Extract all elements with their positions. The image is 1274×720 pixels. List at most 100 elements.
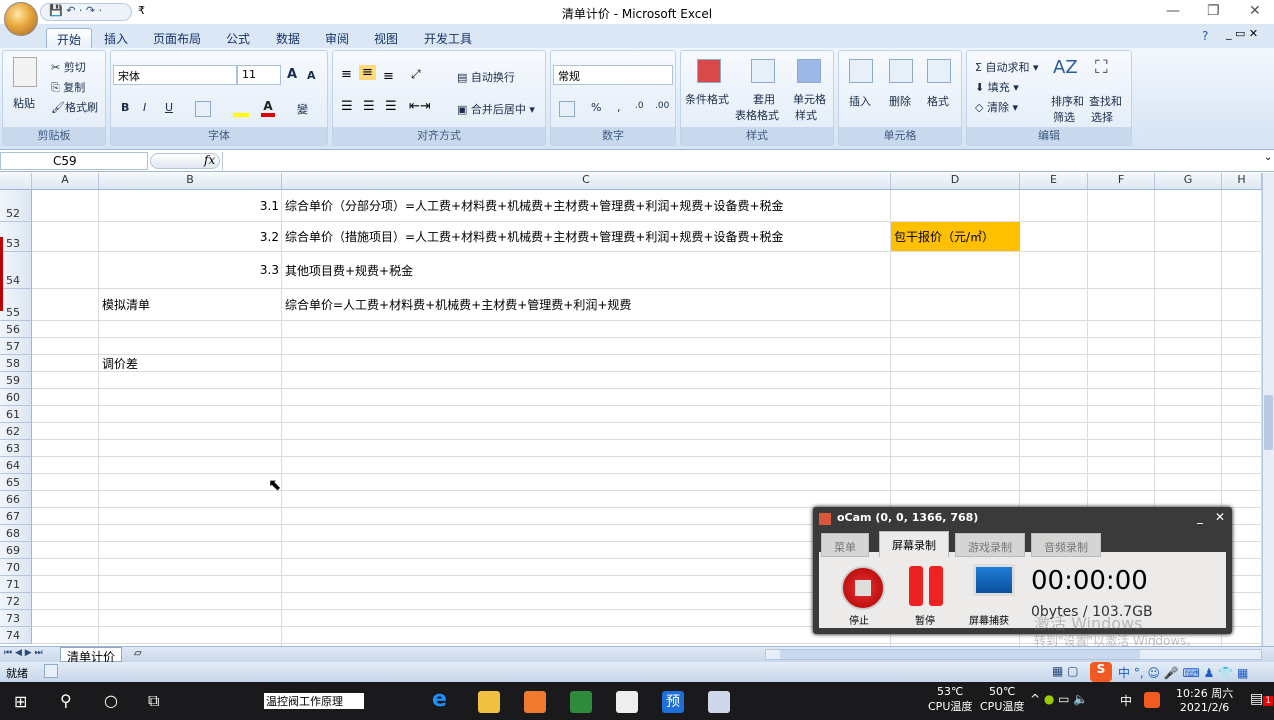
tab-developer[interactable]: 开发工具 — [414, 28, 482, 48]
align-bottom-icon[interactable]: ≡ — [383, 69, 394, 84]
fill-button[interactable]: ⬇ 填充 ▾ — [975, 79, 1019, 95]
row-header[interactable]: 57 — [0, 338, 32, 355]
cell-B[interactable]: 3.1 — [99, 190, 282, 221]
scroll-thumb[interactable] — [1264, 395, 1273, 450]
ocam-tab-screen[interactable]: 屏幕录制 — [879, 531, 949, 557]
horizontal-scrollbar[interactable] — [765, 649, 1262, 660]
cell-styles-button[interactable]: 单元格 — [793, 91, 826, 107]
row-header[interactable]: 59 — [0, 372, 32, 389]
merge-center-button[interactable]: ▣ 合并后居中 ▾ — [457, 101, 535, 117]
row-header[interactable]: 63 — [0, 440, 32, 457]
capture-label[interactable]: 屏幕捕获 — [969, 612, 1009, 627]
ocam-close[interactable]: ✕ — [1215, 510, 1225, 524]
paste-button[interactable]: 粘贴 — [13, 95, 35, 111]
cell-styles-label[interactable]: 样式 — [795, 107, 817, 123]
insert-button[interactable]: 插入 — [849, 93, 871, 109]
tab-data[interactable]: 数据 — [266, 28, 310, 48]
row-header[interactable]: 52 — [0, 190, 32, 222]
tab-review[interactable]: 审阅 — [315, 28, 359, 48]
pause-icon[interactable] — [909, 566, 923, 606]
bold-button[interactable]: B — [121, 101, 129, 114]
cell-B[interactable]: 3.3 — [99, 252, 282, 288]
align-middle-icon[interactable]: ≡ — [359, 65, 376, 80]
wrap-text-button[interactable]: ▤ 自动换行 — [457, 69, 515, 85]
italic-button[interactable]: I — [143, 101, 146, 114]
indent-icons[interactable]: ⇤⇥ — [409, 99, 431, 114]
row-header[interactable]: 74 — [0, 627, 32, 644]
sogou-ime-icon[interactable]: S — [1090, 662, 1112, 682]
column-header-E[interactable]: E — [1020, 173, 1088, 190]
sort-filter-button[interactable]: 排序和 — [1051, 93, 1084, 109]
ime-toolbar[interactable]: 中 °, ☺ 🎤 ⌨ ♟ 👕 ▦ — [1118, 664, 1248, 681]
formula-input[interactable] — [222, 152, 1262, 170]
word-icon[interactable] — [708, 691, 730, 713]
hscroll-thumb[interactable] — [780, 650, 1140, 659]
sheet-tab[interactable]: 清单计价 — [60, 647, 123, 664]
column-header-D[interactable]: D — [891, 173, 1020, 190]
quick-access-toolbar[interactable]: 💾 ↶ · ↷ · — [40, 3, 132, 21]
cortana-icon[interactable]: ○ — [104, 691, 118, 710]
row-header[interactable]: 65 — [0, 474, 32, 491]
column-header-C[interactable]: C — [282, 173, 891, 190]
ocam-tab-game[interactable]: 游戏录制 — [955, 533, 1025, 557]
cell-C[interactable]: 其他项目费+规费+税金 — [282, 252, 891, 288]
name-box[interactable]: C59 — [0, 152, 148, 170]
edge-icon[interactable]: e — [432, 687, 454, 712]
qat-icons[interactable]: 💾 ↶ · ↷ · — [49, 4, 102, 17]
phonetic-button[interactable]: 變 — [297, 101, 308, 117]
row-header[interactable]: 71 — [0, 576, 32, 593]
cell-C[interactable]: 综合单价（分部分项）=人工费+材料费+机械费+主材费+管理费+利润+规费+设备费… — [282, 190, 891, 221]
insert-sheet-icon[interactable]: ▱ — [134, 648, 142, 659]
copy-button[interactable]: ⎘ 复制 — [51, 79, 85, 95]
align-left-icon[interactable]: ☰ — [341, 99, 353, 114]
tab-insert[interactable]: 插入 — [94, 28, 138, 48]
underline-button[interactable]: U — [165, 101, 173, 114]
row-header[interactable]: 62 — [0, 423, 32, 440]
start-icon[interactable]: ⊞ — [14, 692, 27, 711]
accounting-icon[interactable] — [559, 101, 575, 117]
find-select-label[interactable]: 选择 — [1091, 109, 1113, 125]
column-header-B[interactable]: B — [99, 173, 282, 190]
row-header[interactable]: 64 — [0, 457, 32, 474]
preview-app-icon[interactable]: 预 — [662, 691, 684, 713]
orientation-icon[interactable]: ⤢ — [411, 67, 421, 82]
table-format-label[interactable]: 表格格式 — [735, 107, 779, 123]
comma-button[interactable]: , — [617, 101, 621, 114]
cut-button[interactable]: ✂ 剪切 — [51, 59, 86, 75]
row-header[interactable]: 72 — [0, 593, 32, 610]
row-header[interactable]: 70 — [0, 559, 32, 576]
tab-page-layout[interactable]: 页面布局 — [143, 28, 211, 48]
grow-font-button[interactable]: A — [287, 67, 297, 82]
ocam-minimize[interactable]: _ — [1197, 510, 1203, 524]
fx-button[interactable]: fx — [204, 153, 215, 167]
conditional-format-button[interactable]: 条件格式 — [685, 91, 729, 107]
clock[interactable]: 10:26 周六 2021/2/6 — [1176, 685, 1233, 714]
row-header[interactable]: 68 — [0, 525, 32, 542]
table-format-button[interactable]: 套用 — [753, 91, 775, 107]
align-top-icon[interactable]: ≡ — [341, 67, 352, 82]
row-header[interactable]: 55 — [0, 289, 32, 321]
row-header[interactable]: 66 — [0, 491, 32, 508]
find-select-button[interactable]: 查找和 — [1089, 93, 1122, 109]
align-right-icon[interactable]: ☰ — [385, 99, 397, 114]
ocam-tab-audio[interactable]: 音频录制 — [1031, 533, 1101, 557]
screen-capture-icon[interactable] — [973, 564, 1015, 596]
font-color-icon[interactable]: A — [261, 99, 275, 117]
column-header-F[interactable]: F — [1088, 173, 1155, 190]
increase-decimal-button[interactable]: .0 — [635, 101, 644, 111]
sheet-nav-buttons[interactable]: ⏮ ◀ ▶ ⏭ — [4, 648, 43, 658]
row-header[interactable]: 69 — [0, 542, 32, 559]
row-header[interactable]: 58 — [0, 355, 32, 372]
percent-button[interactable]: % — [591, 101, 601, 114]
qat-customize[interactable]: ₹ — [138, 4, 145, 17]
autosum-button[interactable]: Σ 自动求和 ▾ — [975, 59, 1038, 75]
cell-C[interactable]: 综合单价=人工费+材料费+机械费+主材费+管理费+利润+规费 — [282, 289, 891, 320]
tab-home[interactable]: 开始 — [46, 28, 93, 48]
select-all-corner[interactable] — [0, 173, 32, 190]
number-format-select[interactable]: 常规 — [553, 65, 673, 85]
tab-view[interactable]: 视图 — [364, 28, 408, 48]
expand-formula-icon[interactable]: ⌄ — [1264, 152, 1272, 163]
row-header[interactable]: 53 — [0, 222, 32, 252]
border-icon[interactable] — [195, 101, 211, 117]
close-button[interactable]: ✕ — [1249, 3, 1261, 19]
